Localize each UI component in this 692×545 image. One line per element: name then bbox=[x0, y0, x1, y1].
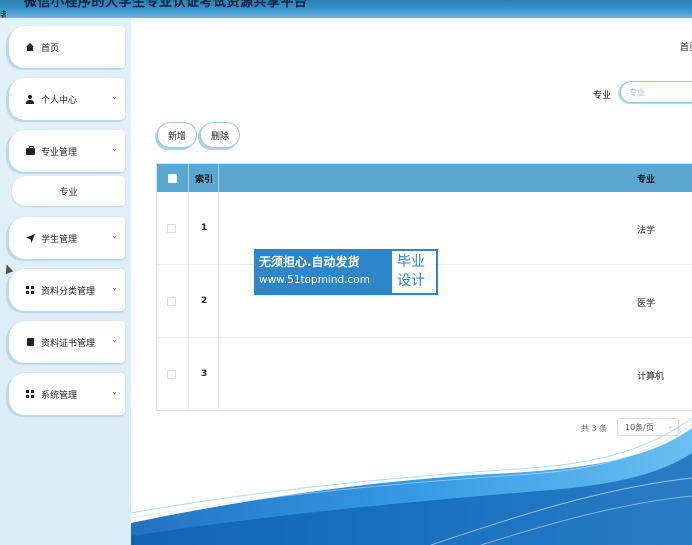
sidebar-item-label: 系统管理 bbox=[41, 390, 78, 401]
breadcrumb[interactable]: 首页 bbox=[680, 40, 692, 53]
chevron-down-icon: ⌄ bbox=[111, 231, 118, 240]
sidebar-item-student-management[interactable]: 学生管理 ⌄ bbox=[9, 217, 125, 259]
chevron-down-icon: ⌄ bbox=[111, 335, 118, 344]
sidebar-item-label: 专业管理 bbox=[41, 147, 78, 158]
row-index: 3 bbox=[201, 369, 208, 379]
watermark-left: 无须担心.自动发货 www.51topmind.com bbox=[254, 249, 390, 295]
sidebar-item-label: 个人中心 bbox=[41, 95, 78, 106]
certificate-icon bbox=[25, 337, 35, 347]
app-title: 微信小程序的大学生专业认证考试资源共享平台 bbox=[24, 0, 308, 10]
add-button[interactable]: 新增 bbox=[157, 122, 197, 148]
chevron-down-icon: ⌄ bbox=[111, 387, 118, 396]
watermark-right-line1: 毕业 bbox=[397, 254, 425, 270]
sidebar-item-label: 资料分类管理 bbox=[41, 286, 96, 297]
watermark-line2: www.51topmind.com bbox=[259, 274, 370, 286]
search-label: 专业 bbox=[593, 91, 612, 101]
column-header-index[interactable]: 索引 bbox=[195, 164, 213, 192]
table-row[interactable]: 3 计算机 bbox=[157, 338, 692, 410]
sidebar-item-system-management[interactable]: 系统管理 ⌄ bbox=[9, 373, 125, 415]
app-header: 微信小程序的大学生专业认证考试资源共享平台 bbox=[0, 0, 692, 18]
row-major: 计算机 bbox=[637, 372, 665, 382]
delete-button[interactable]: 删除 bbox=[200, 122, 240, 148]
watermark-right: 毕业 设计 bbox=[390, 249, 438, 295]
decorative-wave bbox=[131, 418, 692, 545]
row-index: 2 bbox=[201, 296, 208, 306]
sidebar-item-home[interactable]: 首页 bbox=[9, 26, 125, 68]
search-input[interactable] bbox=[620, 81, 692, 103]
grid-icon bbox=[25, 389, 35, 399]
row-index: 1 bbox=[201, 223, 208, 233]
sidebar-subitem-label: 专业 bbox=[59, 187, 78, 198]
sidebar-item-label: 资料证书管理 bbox=[41, 338, 96, 349]
sidebar-item-profile[interactable]: 个人中心 ⌄ bbox=[9, 78, 125, 120]
send-icon bbox=[25, 233, 35, 243]
sidebar-item-major-management[interactable]: 专业管理 ⌄ bbox=[9, 130, 125, 172]
row-major: 法学 bbox=[637, 226, 656, 236]
row-checkbox[interactable] bbox=[167, 370, 176, 379]
watermark-line1: 无须担心.自动发货 bbox=[259, 255, 360, 269]
select-all-checkbox[interactable] bbox=[168, 174, 177, 183]
user-icon bbox=[25, 94, 35, 104]
sidebar-item-label: 学生管理 bbox=[41, 234, 78, 245]
sidebar-item-material-certificate[interactable]: 资料证书管理 ⌄ bbox=[9, 321, 125, 363]
watermark-badge: 无须担心.自动发货 www.51topmind.com 毕业 设计 bbox=[254, 249, 438, 295]
row-major: 医学 bbox=[637, 299, 656, 309]
row-checkbox[interactable] bbox=[167, 297, 176, 306]
table-header: 索引 专业 bbox=[157, 164, 692, 192]
column-header-major[interactable]: 专业 bbox=[637, 164, 655, 192]
sidebar: 首页 个人中心 ⌄ 专业管理 ⌄ 专业 学生管理 ⌄ 资料分类管理 ⌄ 资料证书… bbox=[0, 18, 131, 545]
sidebar-item-label: 首页 bbox=[41, 43, 60, 54]
watermark-right-line2: 设计 bbox=[397, 273, 425, 289]
row-checkbox[interactable] bbox=[167, 224, 176, 233]
sidebar-item-material-category[interactable]: 资料分类管理 ⌄ bbox=[9, 269, 125, 311]
chevron-down-icon: ⌄ bbox=[111, 92, 118, 101]
grid-icon bbox=[25, 285, 35, 295]
briefcase-icon bbox=[25, 145, 35, 156]
chevron-down-icon: ⌄ bbox=[111, 144, 118, 153]
sidebar-subitem-major[interactable]: 专业 bbox=[12, 176, 125, 206]
chevron-down-icon: ⌄ bbox=[111, 283, 118, 292]
home-icon bbox=[25, 42, 35, 52]
